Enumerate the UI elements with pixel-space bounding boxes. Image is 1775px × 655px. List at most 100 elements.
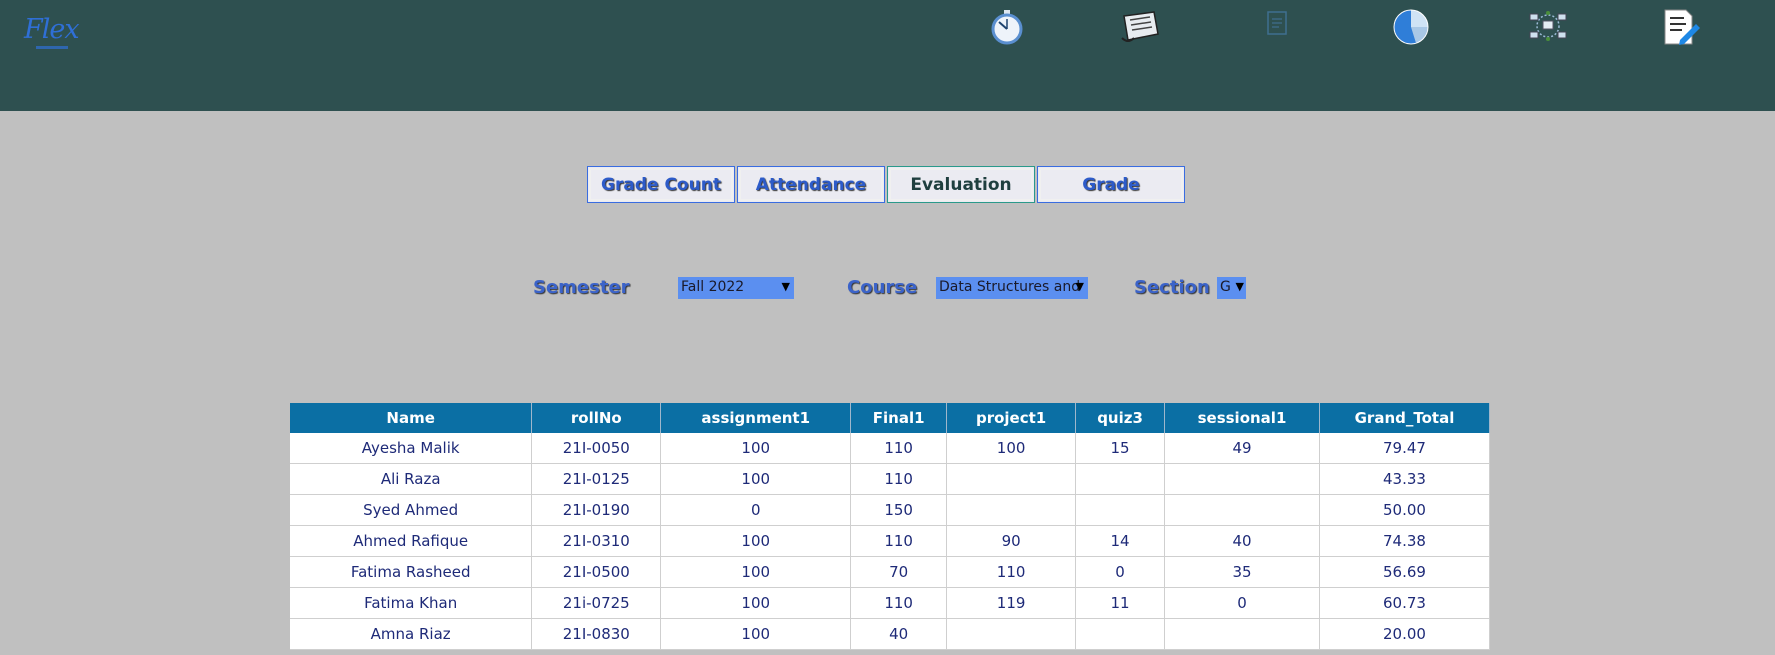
column-header[interactable]: rollNo (531, 403, 662, 433)
column-header[interactable]: Final1 (850, 403, 948, 433)
table-cell: Ahmed Rafique (290, 525, 533, 557)
logo-text: Flex (24, 14, 80, 45)
evaluation-table: Name rollNo assignment1 Final1 project1 … (290, 403, 1491, 650)
flex-logo[interactable]: Flex (24, 14, 80, 54)
table-cell: 100 (660, 556, 852, 588)
table-cell: 50.00 (1319, 494, 1491, 526)
table-cell: 100 (660, 433, 852, 464)
course-label: Course (847, 277, 918, 298)
table-cell: Fatima Rasheed (290, 556, 533, 588)
chevron-down-icon: ▼ (1235, 280, 1244, 293)
section-value: G (1220, 279, 1231, 295)
table-cell: 56.69 (1319, 556, 1491, 588)
table-cell (1164, 618, 1320, 650)
table-cell: 100 (660, 587, 852, 619)
section-label: Section (1134, 277, 1210, 298)
table-row: Fatima Khan 21i-0725 100 110 119 11 0 60… (290, 587, 1491, 619)
table-cell: 79.47 (1319, 433, 1491, 464)
pie-chart-icon[interactable] (1392, 8, 1430, 45)
table-cell (1075, 494, 1166, 526)
table-cell: Ayesha Malik (290, 433, 533, 464)
table-cell (946, 618, 1077, 650)
table-cell: 110 (850, 587, 948, 619)
table-cell: 21I-0830 (531, 618, 662, 650)
table-cell: 15 (1075, 433, 1166, 464)
table-header-row: Name rollNo assignment1 Final1 project1 … (290, 403, 1491, 433)
table-cell: 0 (660, 494, 852, 526)
column-header[interactable]: assignment1 (660, 403, 852, 433)
report-tabs: Grade Count Attendance Evaluation Grade (587, 166, 1185, 203)
semester-value: Fall 2022 (681, 279, 745, 295)
table-row: Ahmed Rafique 21I-0310 100 110 90 14 40 … (290, 525, 1491, 557)
column-header[interactable]: sessional1 (1164, 403, 1320, 433)
table-cell: 100 (946, 433, 1077, 464)
table-cell: 21I-0500 (531, 556, 662, 588)
tab-evaluation[interactable]: Evaluation (887, 166, 1035, 203)
table-cell: 90 (946, 525, 1077, 557)
course-select[interactable]: Data Structures and ▼ (936, 277, 1088, 299)
table-cell: 110 (850, 433, 948, 464)
table-cell (1075, 618, 1166, 650)
table-cell: 43.33 (1319, 463, 1491, 495)
table-cell: 21i-0725 (531, 587, 662, 619)
table-cell: 100 (660, 525, 852, 557)
section-select[interactable]: G ▼ (1217, 277, 1246, 299)
column-header[interactable]: quiz3 (1075, 403, 1166, 433)
table-cell: 100 (660, 618, 852, 650)
table-cell: 70 (850, 556, 948, 588)
tab-grade[interactable]: Grade (1037, 166, 1185, 203)
table-cell (946, 463, 1077, 495)
table-cell: 21I-0125 (531, 463, 662, 495)
top-navigation-bar: Flex (0, 0, 1775, 111)
tab-attendance[interactable]: Attendance (737, 166, 885, 203)
stopwatch-icon[interactable] (988, 8, 1026, 45)
newspaper-icon[interactable] (1120, 8, 1159, 44)
table-cell: 40 (850, 618, 948, 650)
tab-grade-count[interactable]: Grade Count (587, 166, 735, 203)
table-cell (946, 494, 1077, 526)
table-cell: 74.38 (1319, 525, 1491, 557)
table-cell: 110 (850, 463, 948, 495)
table-cell: 21I-0190 (531, 494, 662, 526)
table-row: Ayesha Malik 21I-0050 100 110 100 15 49 … (290, 433, 1491, 464)
table-cell: 40 (1164, 525, 1320, 557)
network-icon[interactable] (1528, 8, 1567, 44)
column-header[interactable]: project1 (946, 403, 1077, 433)
table-cell: 0 (1075, 556, 1166, 588)
table-cell: 21I-0310 (531, 525, 662, 557)
table-cell: 49 (1164, 433, 1320, 464)
table-cell: 150 (850, 494, 948, 526)
table-cell (1164, 494, 1320, 526)
table-cell (1075, 463, 1166, 495)
table-cell: 119 (946, 587, 1077, 619)
course-value: Data Structures and (939, 279, 1081, 295)
logo-underline (36, 46, 68, 49)
chevron-down-icon: ▼ (1075, 280, 1084, 293)
table-cell: Syed Ahmed (290, 494, 533, 526)
semester-select[interactable]: Fall 2022 ▼ (678, 277, 794, 299)
table-cell: Fatima Khan (290, 587, 533, 619)
chevron-down-icon: ▼ (781, 280, 790, 293)
table-row: Fatima Rasheed 21I-0500 100 70 110 0 35 … (290, 556, 1491, 588)
edit-document-icon[interactable] (1662, 8, 1700, 45)
column-header[interactable]: Grand_Total (1319, 403, 1491, 433)
table-row: Ali Raza 21I-0125 100 110 43.33 (290, 463, 1491, 495)
column-header[interactable]: Name (290, 403, 533, 433)
table-cell: 21I-0050 (531, 433, 662, 464)
document-icon[interactable] (1264, 8, 1302, 44)
table-cell: 11 (1075, 587, 1166, 619)
table-cell: 14 (1075, 525, 1166, 557)
table-cell (1164, 463, 1320, 495)
table-row: Amna Riaz 21I-0830 100 40 20.00 (290, 618, 1491, 650)
table-cell: 20.00 (1319, 618, 1491, 650)
table-cell: Ali Raza (290, 463, 533, 495)
table-cell: 100 (660, 463, 852, 495)
table-row: Syed Ahmed 21I-0190 0 150 50.00 (290, 494, 1491, 526)
semester-label: Semester (533, 277, 630, 298)
table-cell: 35 (1164, 556, 1320, 588)
table-cell: 110 (850, 525, 948, 557)
table-cell: 60.73 (1319, 587, 1491, 619)
table-cell: 110 (946, 556, 1077, 588)
table-cell: Amna Riaz (290, 618, 533, 650)
table-cell: 0 (1164, 587, 1320, 619)
